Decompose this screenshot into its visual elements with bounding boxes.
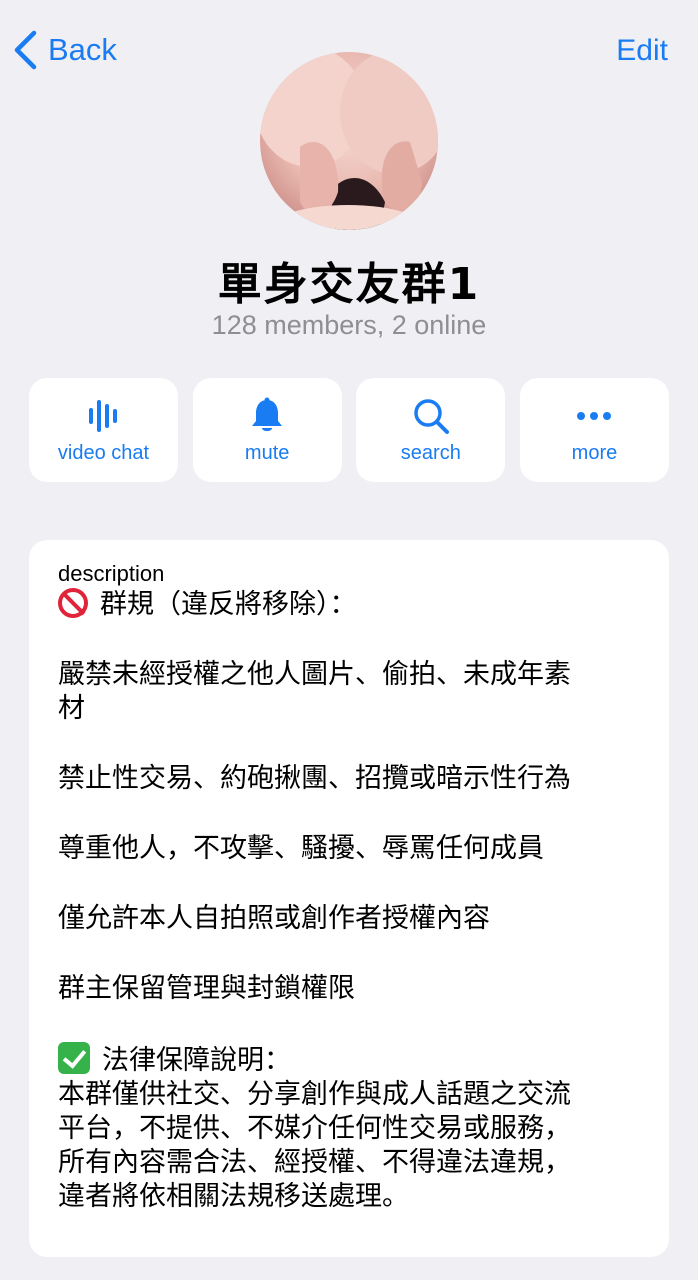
video-chat-label: video chat (57, 442, 150, 464)
back-button[interactable]: Back (12, 30, 117, 70)
check-mark-icon (58, 1042, 90, 1074)
bell-icon (193, 396, 342, 436)
rule-item: 群主保留管理與封鎖權限 (58, 973, 355, 1004)
more-label: more (571, 442, 618, 464)
legal-text: 本群僅供社交、分享創作與成人話題之交流 平台，不提供、不媒介任何性交易或服務， … (58, 1079, 571, 1212)
search-button[interactable]: search (356, 378, 506, 482)
back-label: Back (48, 32, 117, 67)
rule-item: 尊重他人，不攻擊、騷擾、辱罵任何成員 (58, 833, 544, 864)
rule-item: 僅允許本人自拍照或創作者授權內容 (58, 903, 490, 934)
more-dots-icon (520, 396, 669, 436)
mute-label: mute (244, 442, 290, 464)
video-chat-button[interactable]: video chat (29, 378, 178, 482)
description-card: description 群規（違反將移除）： 嚴禁未經授權之他人圖片、偷拍、未成… (29, 540, 669, 1257)
description-label: description (58, 561, 165, 586)
chevron-left-icon (14, 30, 37, 70)
search-label: search (400, 442, 461, 464)
rule-item: 禁止性交易、約砲揪團、招攬或暗示性行為 (58, 763, 571, 794)
action-buttons: video chat mute search more (29, 378, 669, 482)
legal-header-text: 法律保障說明： (102, 1045, 291, 1076)
group-title: 單身交友群1 (217, 259, 481, 310)
rule-item: 嚴禁未經授權之他人圖片、偷拍、未成年素 材 (58, 659, 571, 724)
group-avatar[interactable] (260, 52, 438, 230)
member-count: 128 members, 2 online (211, 310, 487, 340)
prohibited-icon (58, 588, 88, 618)
search-icon (356, 396, 505, 436)
more-button[interactable]: more (519, 378, 669, 482)
mute-button[interactable]: mute (192, 378, 342, 482)
rules-header: 群規（違反將移除）： (58, 588, 640, 622)
video-chat-icon (29, 396, 178, 436)
edit-button[interactable]: Edit (616, 34, 668, 68)
rules-header-text: 群規（違反將移除）： (100, 589, 357, 620)
legal-header: 法律保障說明： (58, 1042, 640, 1078)
